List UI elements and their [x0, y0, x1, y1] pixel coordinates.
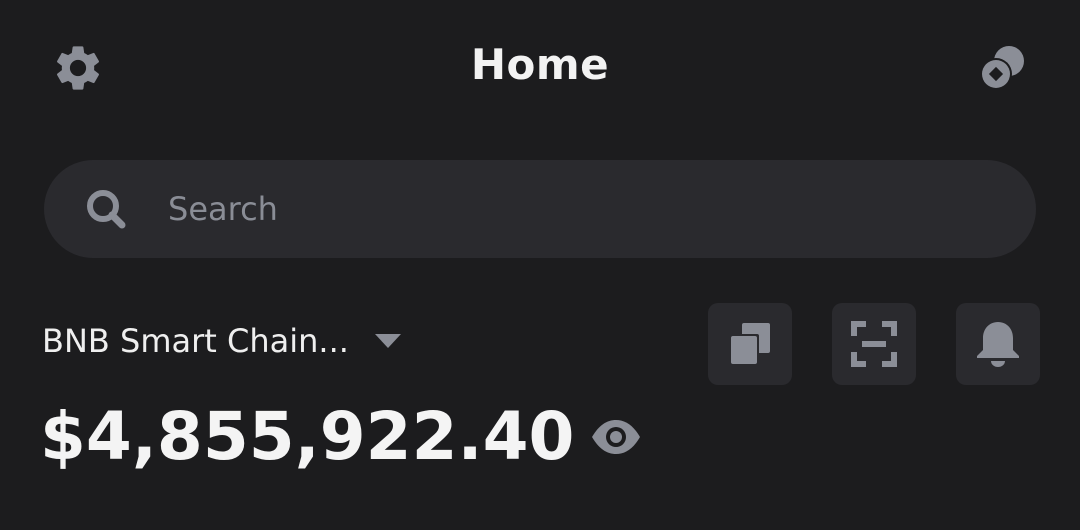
- copy-address-button[interactable]: [708, 303, 792, 385]
- eye-icon[interactable]: [588, 409, 644, 465]
- balance-row: $4,855,922.40: [40, 398, 644, 475]
- accounts-button[interactable]: [972, 38, 1032, 98]
- network-label: BNB Smart Chain...: [42, 322, 349, 360]
- page-title: Home: [470, 40, 610, 89]
- bell-icon: [977, 322, 1019, 367]
- scan-icon: [851, 321, 897, 367]
- network-selector[interactable]: BNB Smart Chain...: [42, 322, 403, 360]
- search-input[interactable]: [166, 178, 1036, 240]
- search-icon: [82, 185, 130, 233]
- coins-icon: [980, 46, 1024, 90]
- search-bar[interactable]: [44, 160, 1036, 258]
- total-balance: $4,855,922.40: [40, 398, 575, 475]
- scan-button[interactable]: [832, 303, 916, 385]
- chevron-down-icon: [373, 331, 403, 351]
- copy-icon: [729, 323, 770, 366]
- notifications-button[interactable]: [956, 303, 1040, 385]
- home-screen: Home BNB Smart Chain...: [0, 0, 1080, 530]
